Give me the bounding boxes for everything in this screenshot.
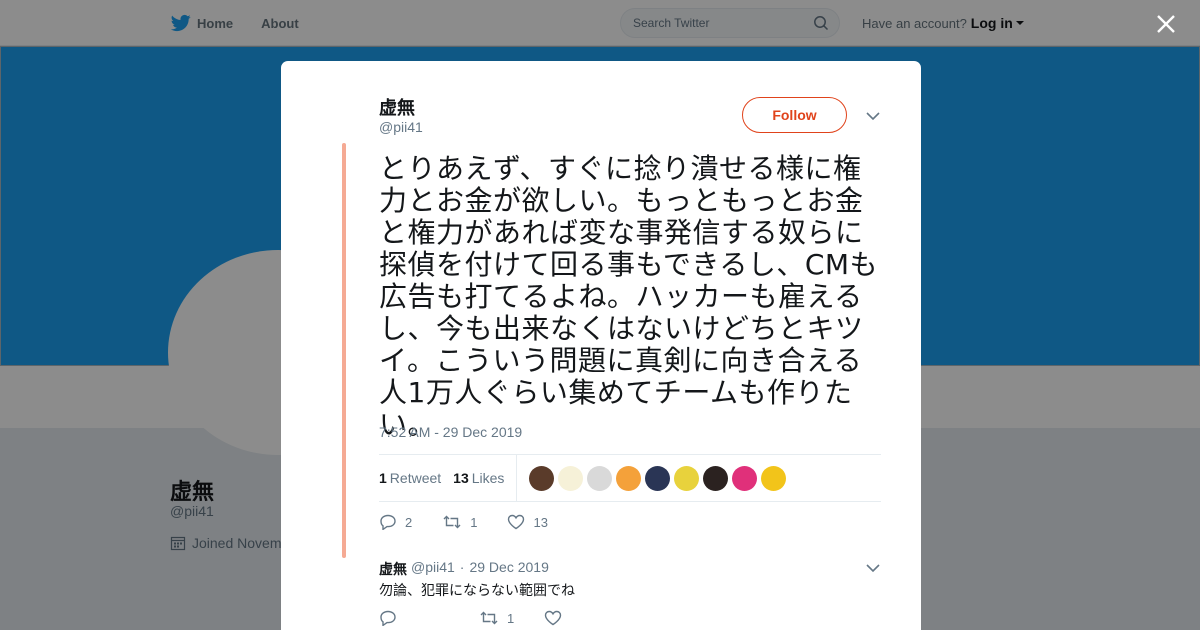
liker-avatar[interactable] — [616, 465, 642, 491]
chevron-down-icon[interactable] — [866, 111, 880, 121]
like-count: 13 — [453, 470, 469, 486]
tweet-stats: 1 Retweet 13 Likes — [379, 454, 881, 502]
liker-avatars — [529, 465, 790, 491]
liker-avatar[interactable] — [529, 465, 555, 491]
reply-actions: 1 — [379, 610, 600, 626]
retweet-action-count: 1 — [470, 514, 478, 530]
reply-tweet-text: 勿論、犯罪にならない範囲でね — [379, 583, 575, 599]
reply-action[interactable]: 2 — [379, 514, 412, 530]
liker-avatar[interactable] — [645, 465, 671, 491]
retweet-label: Retweet — [389, 470, 442, 486]
reply-count: 2 — [405, 514, 413, 530]
tweet-author-name[interactable]: 虚無 — [379, 94, 415, 120]
reply-date[interactable]: 29 Dec 2019 — [469, 559, 548, 579]
follow-button[interactable]: Follow — [742, 97, 847, 133]
thread-line — [342, 143, 346, 558]
reply-author-handle[interactable]: @pii41 — [411, 559, 455, 579]
reply-reply-action[interactable] — [379, 610, 405, 626]
reply-tweet-header: 虚無 @pii41 · 29 Dec 2019 — [379, 559, 549, 579]
liker-avatar[interactable] — [732, 465, 758, 491]
reply-retweet-count: 1 — [507, 610, 515, 626]
reply-icon — [380, 610, 396, 626]
liker-avatar[interactable] — [558, 465, 584, 491]
heart-icon — [508, 514, 525, 530]
liker-avatar[interactable] — [674, 465, 700, 491]
reply-chevron-down-icon[interactable] — [866, 563, 880, 573]
reply-like-action[interactable] — [544, 610, 570, 626]
liker-avatar[interactable] — [761, 465, 787, 491]
tweet-text: とりあえず、すぐに捻り潰せる様に権力とお金が欲しい。もっともっとお金と権力があれ… — [379, 152, 879, 441]
reply-separator: · — [459, 559, 465, 575]
liker-avatar[interactable] — [587, 465, 613, 491]
likes-stat[interactable]: 13 Likes — [453, 470, 504, 486]
close-icon[interactable] — [1155, 13, 1177, 35]
like-action[interactable]: 13 — [507, 514, 548, 530]
tweet-author-handle[interactable]: @pii41 — [379, 119, 423, 135]
like-action-count: 13 — [533, 514, 548, 530]
retweet-icon — [480, 611, 498, 625]
retweet-count: 1 — [379, 470, 387, 486]
retweet-icon — [443, 515, 461, 529]
tweet-actions: 2 1 13 — [379, 514, 578, 530]
tweet-modal: 虚無 @pii41 Follow とりあえず、すぐに捻り潰せる様に権力とお金が欲… — [281, 61, 921, 630]
liker-avatar[interactable] — [703, 465, 729, 491]
reply-retweet-action[interactable]: 1 — [479, 610, 514, 626]
retweet-stat[interactable]: 1 Retweet — [379, 470, 441, 486]
reply-icon — [380, 514, 396, 530]
tweet-timestamp[interactable]: 7:52 AM - 29 Dec 2019 — [379, 424, 522, 440]
heart-icon — [545, 610, 562, 626]
stats-divider — [516, 455, 518, 501]
reply-author-name[interactable]: 虚無 — [379, 559, 407, 579]
likes-label: Likes — [471, 470, 505, 486]
retweet-action[interactable]: 1 — [442, 514, 477, 530]
